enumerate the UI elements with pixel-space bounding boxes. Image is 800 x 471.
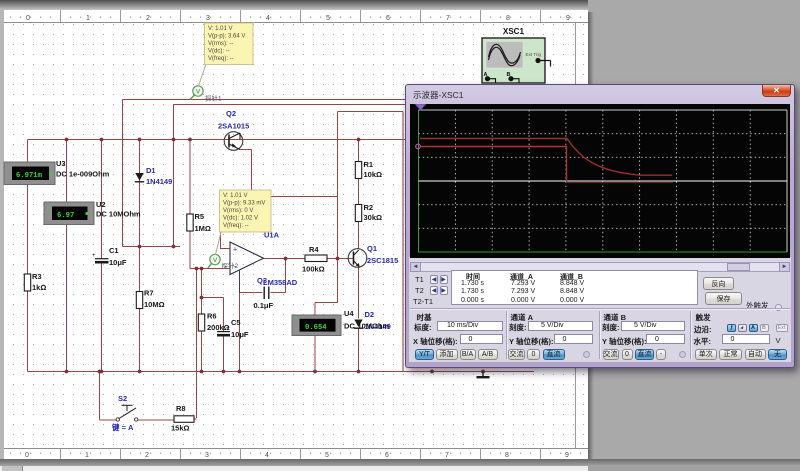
svg-text:0.654: 0.654: [305, 324, 327, 332]
svg-text:8: 8: [505, 452, 509, 459]
svg-text:DC 10MOhm: DC 10MOhm: [96, 210, 141, 219]
svg-text:5: 5: [325, 452, 329, 459]
svg-text:10MΩ: 10MΩ: [144, 300, 165, 309]
svg-text:+: +: [47, 205, 51, 211]
svg-text:V(dc): 1.02 V: V(dc): 1.02 V: [223, 216, 258, 222]
svg-text:+: +: [92, 253, 96, 259]
svg-text:R2: R2: [364, 203, 374, 212]
svg-text:D2: D2: [365, 310, 375, 319]
svg-text:R1: R1: [364, 160, 374, 169]
svg-text:10μF: 10μF: [231, 330, 249, 339]
svg-text:S2: S2: [118, 394, 127, 403]
svg-text:R6: R6: [207, 312, 217, 321]
svg-text:R3: R3: [32, 272, 42, 281]
svg-text:键 = A: 键 = A: [111, 422, 134, 432]
svg-text:4: 4: [265, 452, 269, 459]
svg-text:0.1μF: 0.1μF: [254, 301, 274, 310]
svg-text:V: 1.01 V: V: 1.01 V: [223, 193, 247, 199]
svg-text:DC: DC: [344, 322, 355, 331]
svg-text:R7: R7: [144, 289, 154, 298]
svg-text:V(rms): 0 V: V(rms): 0 V: [223, 208, 253, 214]
svg-text:9: 9: [566, 15, 570, 22]
svg-text:V(p-p): 9.33 mV: V(p-p): 9.33 mV: [223, 201, 265, 207]
svg-text:0: 0: [26, 15, 30, 22]
svg-text:2SC1815: 2SC1815: [367, 256, 398, 265]
svg-text:C5: C5: [231, 318, 241, 327]
svg-text:V: V: [196, 89, 201, 96]
svg-text:V: V: [213, 257, 218, 264]
svg-text:Ext Trig: Ext Trig: [526, 52, 542, 57]
svg-text:6: 6: [385, 452, 389, 459]
svg-text:10kΩ: 10kΩ: [364, 170, 383, 179]
svg-text:V: 1.01 V: V: 1.01 V: [208, 26, 232, 32]
svg-text:Q2: Q2: [226, 109, 236, 118]
svg-text:U3: U3: [56, 159, 66, 168]
svg-text:4: 4: [266, 15, 270, 22]
svg-text:R8: R8: [176, 404, 186, 413]
svg-text:200kΩ: 200kΩ: [207, 323, 230, 332]
svg-text:U2: U2: [96, 200, 106, 209]
svg-text:0: 0: [25, 452, 29, 459]
svg-text:V(rms): --: V(rms): --: [208, 41, 233, 47]
svg-text:2: 2: [145, 452, 149, 459]
svg-text:V(freq): --: V(freq): --: [208, 56, 234, 62]
svg-text:U4: U4: [344, 309, 354, 318]
svg-text:10MOhm: 10MOhm: [358, 322, 390, 331]
svg-text:5: 5: [326, 15, 330, 22]
svg-text:C1: C1: [109, 246, 119, 255]
svg-text:100kΩ: 100kΩ: [302, 265, 325, 274]
svg-text:3: 3: [205, 452, 209, 459]
svg-text:探针2: 探针2: [222, 261, 239, 270]
svg-text:9: 9: [565, 452, 569, 459]
svg-text:XSC1: XSC1: [503, 27, 524, 36]
svg-text:V(dc): --: V(dc): --: [208, 49, 230, 55]
svg-text:1MΩ: 1MΩ: [195, 224, 211, 233]
svg-text:6: 6: [386, 15, 390, 22]
svg-text:LM358AD: LM358AD: [263, 278, 298, 287]
svg-text:10μF: 10μF: [109, 258, 127, 267]
svg-text:7: 7: [445, 452, 449, 459]
svg-text:2: 2: [146, 15, 150, 22]
svg-text:1kΩ: 1kΩ: [32, 283, 46, 292]
svg-text:2SA1015: 2SA1015: [218, 122, 249, 131]
svg-text:探针1: 探针1: [205, 94, 222, 103]
svg-text:30kΩ: 30kΩ: [364, 213, 383, 222]
svg-text:R5: R5: [195, 212, 205, 221]
svg-text:7: 7: [446, 15, 450, 22]
svg-text:3: 3: [206, 15, 210, 22]
svg-text:6.971m: 6.971m: [16, 172, 43, 180]
svg-text:1N4149: 1N4149: [146, 177, 172, 186]
svg-text:6.97: 6.97: [57, 212, 74, 220]
svg-text:U1A: U1A: [264, 231, 280, 240]
svg-text:8: 8: [506, 15, 510, 22]
svg-text:V(p-p): 3.64 V: V(p-p): 3.64 V: [208, 34, 245, 40]
svg-text:R4: R4: [309, 245, 319, 254]
svg-text:D1: D1: [146, 166, 156, 175]
svg-text:DC 1e-009Ohm: DC 1e-009Ohm: [56, 170, 110, 179]
svg-text:15kΩ: 15kΩ: [171, 424, 190, 433]
svg-text:1: 1: [86, 15, 90, 22]
svg-text:V(freq): --: V(freq): --: [223, 223, 249, 229]
svg-text:+: +: [233, 247, 237, 254]
svg-text:Q1: Q1: [367, 244, 377, 253]
svg-text:1: 1: [85, 452, 89, 459]
svg-text:+: +: [294, 318, 298, 324]
